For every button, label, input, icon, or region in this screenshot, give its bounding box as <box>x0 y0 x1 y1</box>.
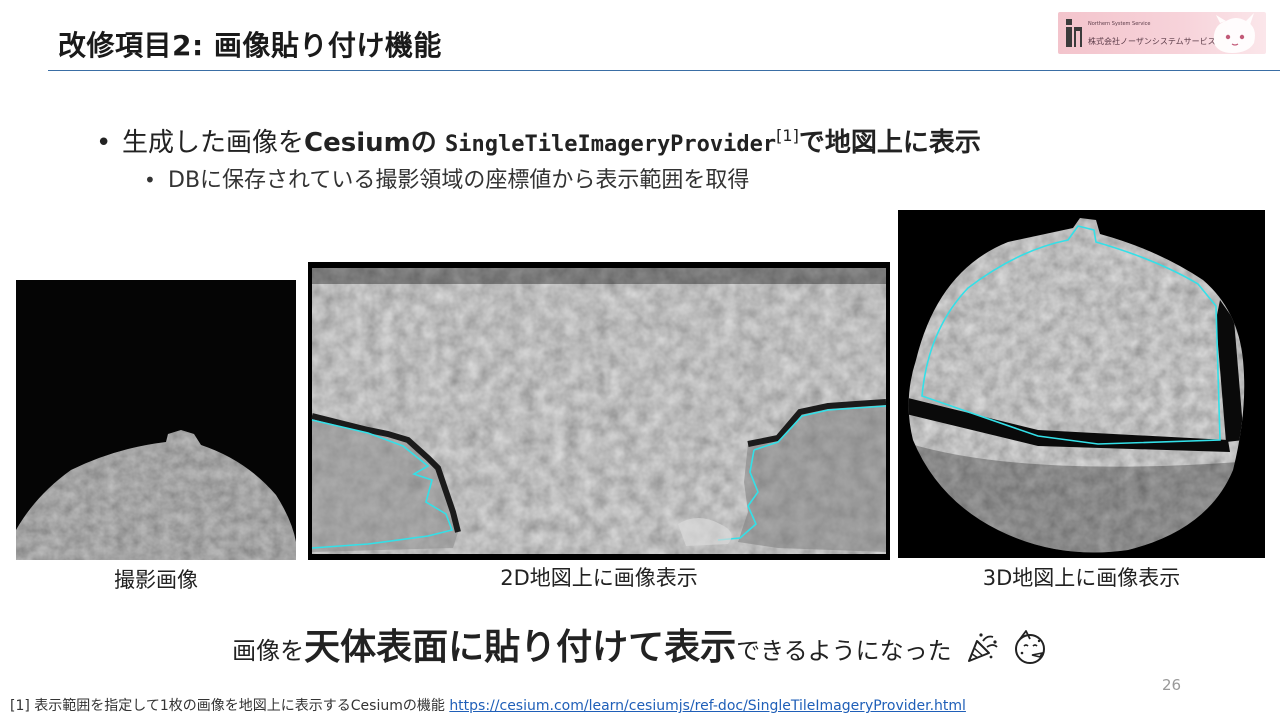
bullet-main-text-1: 生成した画像を <box>122 128 305 158</box>
globe-3d-view <box>898 210 1265 558</box>
conclusion-text-2: できるようになった <box>736 637 952 665</box>
bullet-main-cesium: Cesium <box>304 128 411 158</box>
caption-map-2d: 2D地図上に画像表示 <box>500 566 698 590</box>
bullet-main-text-2: で地図上に表示 <box>798 128 981 158</box>
conclusion-text-1: 画像を <box>232 637 305 665</box>
footnote-ref: [1] <box>776 126 799 145</box>
page-number: 26 <box>1162 676 1182 694</box>
bullet-list: • 生成した画像をCesiumの SingleTileImageryProvide… <box>96 118 981 196</box>
company-logo: Northern System Service 株式会社ノーザンシステムサービス <box>1058 12 1266 54</box>
bullet-sub-text: DBに保存されている撮影領域の座標値から表示範囲を取得 <box>168 168 750 193</box>
footnote-text: [1] 表示範囲を指定して1枚の画像を地図上に表示するCesiumの機能 <box>10 698 450 714</box>
bullet-dot: • <box>96 128 112 158</box>
conclusion-emphasis: 天体表面に貼り付けて表示 <box>304 627 737 668</box>
map-2d-view <box>308 262 890 560</box>
mascot-character-icon <box>1213 13 1255 53</box>
bullet-main: • 生成した画像をCesiumの SingleTileImageryProvide… <box>96 118 981 163</box>
logo-mark-icon <box>1066 19 1082 47</box>
captured-image <box>16 280 296 560</box>
caption-captured-image: 撮影画像 <box>114 568 198 592</box>
title-divider <box>48 70 1280 71</box>
bullet-main-provider: SingleTileImageryProvider <box>445 132 777 157</box>
footnote: [1] 表示範囲を指定して1枚の画像を地図上に表示するCesiumの機能 htt… <box>10 695 966 715</box>
bullet-sub-dot: • <box>144 168 156 192</box>
logo-company-name: 株式会社ノーザンシステムサービス <box>1088 37 1216 46</box>
logo-small-text: Northern System Service <box>1088 21 1151 27</box>
conclusion: 画像を天体表面に貼り付けて表示できるようになった <box>0 618 1280 670</box>
bullet-sub: • DBに保存されている撮影領域の座標値から表示範囲を取得 <box>144 165 981 196</box>
footnote-link[interactable]: https://cesium.com/learn/cesiumjs/ref-do… <box>449 698 966 714</box>
partying-face-icon <box>1014 630 1045 664</box>
party-popper-icon <box>967 633 998 662</box>
bullet-main-no: の <box>410 128 437 158</box>
slide-title: 改修項目2: 画像貼り付け機能 <box>58 29 442 62</box>
caption-globe-3d: 3D地図上に画像表示 <box>982 566 1181 590</box>
